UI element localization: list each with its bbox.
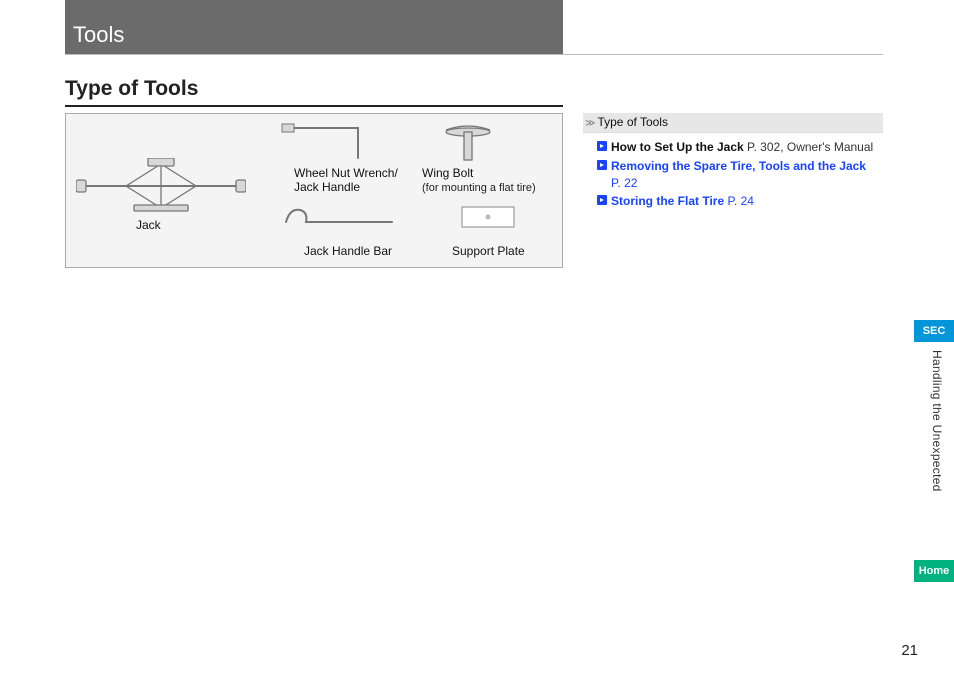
reference-title: Storing the Flat Tire (611, 194, 724, 208)
sidebar-heading: Type of Tools (597, 115, 668, 129)
link-icon (597, 195, 607, 205)
chapter-title: Tools (73, 22, 124, 48)
reference-item[interactable]: Storing the Flat Tire P. 24 (597, 193, 877, 210)
reference-item: How to Set Up the Jack P. 302, Owner's M… (597, 139, 877, 156)
bolt-illustration (438, 124, 498, 168)
handle-label: Jack Handle Bar (304, 244, 392, 258)
reference-page: P. 302 (747, 140, 780, 154)
plate-label: Support Plate (452, 244, 525, 258)
link-icon (597, 141, 607, 151)
reference-tail: , Owner's Manual (780, 140, 873, 154)
reference-title: How to Set Up the Jack (611, 140, 744, 154)
link-icon (597, 160, 607, 170)
reference-page: P. 24 (727, 194, 753, 208)
sidebar-heading-row: ≫Type of Tools (583, 113, 883, 133)
info-icon: ≫ (585, 119, 595, 129)
wrench-label: Wheel Nut Wrench/ Jack Handle (294, 166, 398, 195)
jack-label: Jack (136, 218, 161, 232)
reference-page: P. 22 (611, 176, 637, 190)
tools-figure: Jack Wheel Nut Wrench/ Jack Handle Jack … (65, 113, 563, 268)
sidebar: ≫Type of Tools How to Set Up the Jack P.… (583, 113, 883, 218)
jack-illustration (76, 158, 246, 214)
plate-illustration (461, 206, 515, 230)
handle-illustration (278, 204, 398, 230)
section-title: Type of Tools (65, 77, 883, 101)
reference-list: How to Set Up the Jack P. 302, Owner's M… (583, 133, 883, 218)
chapter-header: Tools (65, 0, 563, 54)
page-number: 21 (901, 642, 918, 659)
section-tab[interactable]: SEC (914, 320, 954, 342)
home-tab[interactable]: Home (914, 560, 954, 582)
wrench-illustration (278, 122, 388, 164)
section-rule (65, 105, 563, 107)
bolt-sublabel: (for mounting a flat tire) (422, 182, 536, 195)
reference-item[interactable]: Removing the Spare Tire, Tools and the J… (597, 158, 877, 192)
reference-title: Removing the Spare Tire, Tools and the J… (611, 159, 866, 173)
bolt-label: Wing Bolt (422, 166, 473, 180)
chapter-side-label: Handling the Unexpected (930, 350, 944, 492)
